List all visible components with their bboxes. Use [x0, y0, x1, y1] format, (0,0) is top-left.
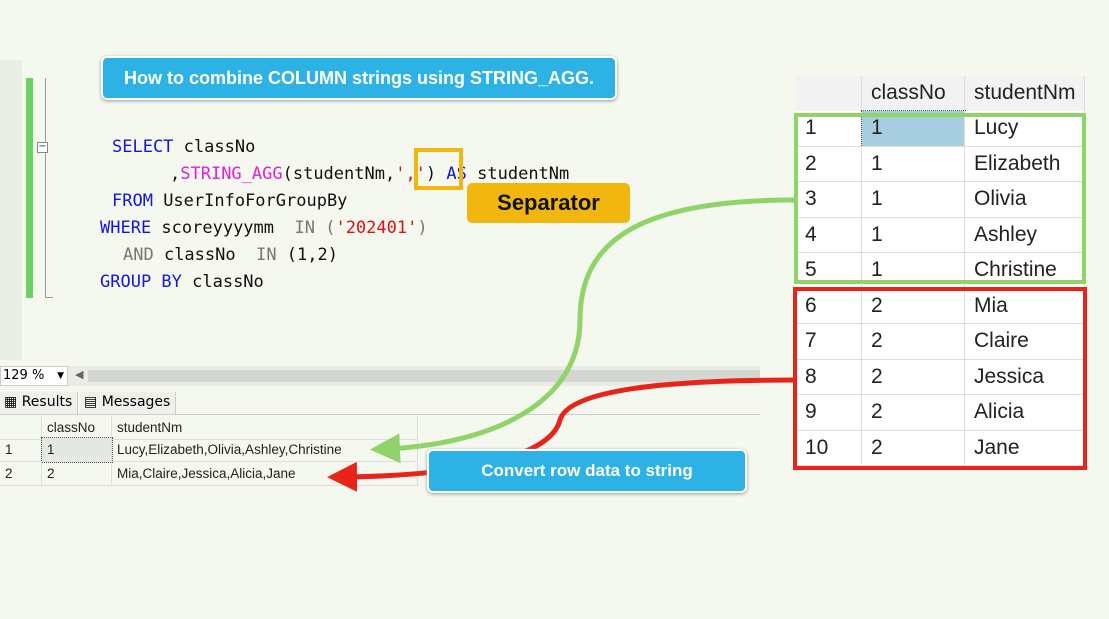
convert-label: Convert row data to string — [427, 449, 747, 493]
green-arrow — [370, 197, 796, 464]
arrows-layer — [327, 197, 796, 492]
